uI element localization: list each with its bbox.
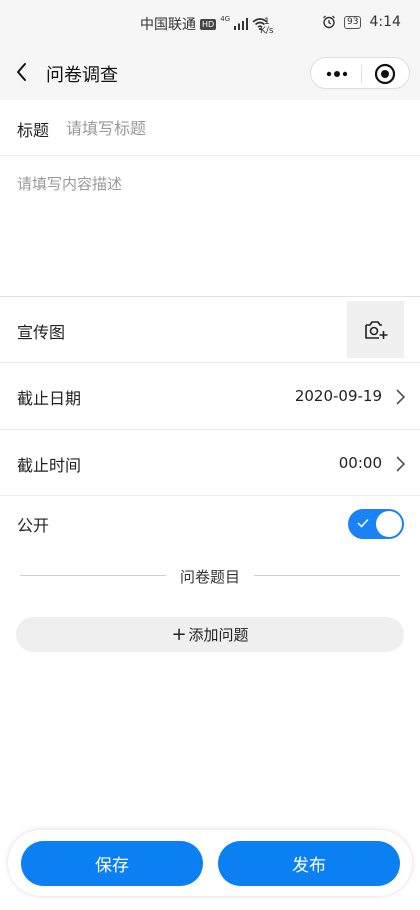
title-row: 标题 <box>0 100 420 156</box>
divider-line-left <box>20 575 166 576</box>
divider-line-right <box>254 575 400 576</box>
add-question-label: 添加问题 <box>188 626 249 644</box>
battery-level: 93 <box>344 15 362 29</box>
status-bar: 中国联通 HD 4G 1 K/s 93 4:14 <box>0 0 420 44</box>
banner-label: 宣传图 <box>17 323 66 342</box>
clock: 4:14 <box>369 14 401 30</box>
add-question-button[interactable]: + 添加问题 <box>16 617 404 652</box>
nav-bar: 问卷调查 <box>0 44 420 100</box>
banner-row: 宣传图 <box>0 297 420 363</box>
close-target-icon[interactable] <box>373 62 397 86</box>
chevron-right-icon <box>396 389 406 405</box>
status-left: 中国联通 HD 4G <box>140 14 268 34</box>
deadline-date-row[interactable]: 截止日期 2020-09-19 <box>0 363 420 430</box>
plus-icon: + <box>171 623 187 645</box>
page-title: 问卷调查 <box>46 65 118 86</box>
back-arrow-icon[interactable] <box>10 60 34 84</box>
public-label: 公开 <box>17 516 50 535</box>
deadline-date-value: 2020-09-19 <box>294 387 382 405</box>
title-input[interactable] <box>66 112 386 144</box>
mini-program-capsule <box>310 57 410 89</box>
deadline-time-label: 截止时间 <box>17 456 82 475</box>
bottom-action-bar: 保存 发布 <box>8 830 412 896</box>
signal-icon <box>234 18 249 30</box>
toggle-knob <box>376 511 402 537</box>
hd-badge: HD <box>200 18 217 30</box>
net-speed: 1 K/s <box>260 18 274 36</box>
check-icon <box>357 518 369 528</box>
status-right: 93 4:14 <box>322 14 401 30</box>
public-toggle[interactable] <box>348 509 404 539</box>
description-textarea[interactable] <box>0 156 420 297</box>
more-icon[interactable] <box>323 64 351 84</box>
upload-photo-button[interactable] <box>347 301 404 358</box>
save-button[interactable]: 保存 <box>21 841 203 886</box>
deadline-time-value: 00:00 <box>338 454 382 472</box>
publish-button[interactable]: 发布 <box>218 841 400 886</box>
questions-section-divider: 问卷题目 <box>20 564 400 586</box>
questions-section-title: 问卷题目 <box>179 568 240 586</box>
deadline-date-label: 截止日期 <box>17 389 82 408</box>
camera-add-icon <box>364 320 387 339</box>
net-speed-unit: K/s <box>260 26 274 36</box>
capsule-divider <box>361 65 362 83</box>
alarm-icon <box>323 15 335 29</box>
chevron-right-icon <box>396 456 406 472</box>
carrier-name: 中国联通 <box>140 17 196 33</box>
public-row: 公开 <box>0 496 420 552</box>
title-label: 标题 <box>17 121 50 140</box>
deadline-time-row[interactable]: 截止时间 00:00 <box>0 430 420 496</box>
network-type: 4G <box>220 15 231 23</box>
